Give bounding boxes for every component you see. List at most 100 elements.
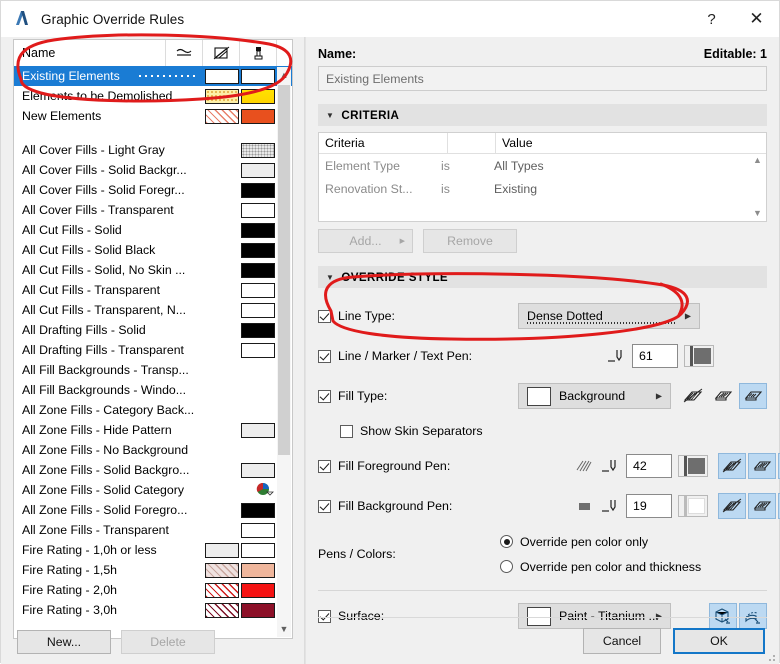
fill-swatch[interactable] (241, 462, 275, 478)
fill-swatch[interactable] (241, 162, 275, 178)
surface-swatch[interactable] (241, 562, 275, 578)
cut-fill-icon[interactable] (718, 493, 746, 519)
help-button[interactable]: ? (689, 1, 734, 37)
list-item[interactable]: All Cut Fills - Solid, No Skin ... (14, 260, 292, 280)
fill-bg-pen-color-swatch[interactable] (678, 495, 708, 517)
scroll-down-icon[interactable]: ▼ (751, 208, 764, 218)
list-item[interactable]: All Cover Fills - Light Gray (14, 140, 292, 160)
surface-shell-icon[interactable] (739, 603, 767, 629)
surface-3d-icon[interactable] (709, 603, 737, 629)
list-item-existing-elements[interactable]: Existing Elements (14, 66, 292, 86)
list-item[interactable]: All Cut Fills - Transparent, N... (14, 300, 292, 320)
override-style-section-header[interactable]: ▼ OVERRIDE STYLE (318, 266, 767, 288)
list-item[interactable]: All Zone Fills - No Background (14, 440, 292, 460)
list-item[interactable]: All Zone Fills - Solid Foregro... (14, 500, 292, 520)
surface-swatch[interactable] (241, 88, 275, 104)
list-item[interactable]: All Cover Fills - Solid Foregr... (14, 180, 292, 200)
radio-color-thickness[interactable]: Override pen color and thickness (500, 560, 701, 574)
fill-swatch[interactable] (205, 68, 239, 84)
fill-swatch[interactable] (241, 502, 275, 518)
fill-swatch[interactable] (205, 562, 239, 578)
ok-button[interactable]: OK (673, 628, 765, 654)
drafting-fill-icon[interactable] (739, 383, 767, 409)
fill-swatch[interactable] (205, 88, 239, 104)
new-button[interactable]: New... (17, 630, 111, 654)
fill-swatch[interactable] (241, 422, 275, 438)
line-pen-control[interactable]: Line / Marker / Text Pen: (318, 349, 518, 363)
rules-list-scrollbar[interactable]: ▲ ▼ (277, 67, 291, 637)
scroll-up-icon[interactable]: ▲ (277, 67, 291, 83)
list-item[interactable]: All Cut Fills - Solid Black (14, 240, 292, 260)
list-item[interactable]: All Cover Fills - Solid Backgr... (14, 160, 292, 180)
fill-swatch[interactable] (205, 108, 239, 124)
remove-criteria-button[interactable]: Remove (423, 229, 517, 253)
cancel-button[interactable]: Cancel (583, 628, 661, 654)
list-item[interactable]: All Cut Fills - Solid (14, 220, 292, 240)
chevron-right-icon[interactable]: ▶ (656, 612, 662, 621)
list-item[interactable]: All Drafting Fills - Transparent (14, 340, 292, 360)
cover-fill-icon[interactable] (748, 453, 776, 479)
fill-override-icon[interactable] (203, 40, 240, 66)
scroll-thumb[interactable] (278, 85, 290, 455)
surface-swatch[interactable] (241, 108, 275, 124)
list-item[interactable]: All Zone Fills - Hide Pattern (14, 420, 292, 440)
surface-checkbox[interactable] (318, 609, 331, 623)
name-input[interactable]: Existing Elements (318, 66, 767, 91)
fill-fg-pen-number[interactable]: 42 (626, 454, 672, 478)
list-item[interactable]: Fire Rating - 3,0h (14, 600, 292, 620)
delete-button[interactable]: Delete (121, 630, 215, 654)
table-row[interactable]: Element Type is All Types (319, 154, 766, 177)
fill-bg-pen-checkbox[interactable] (318, 499, 331, 513)
fill-swatch[interactable] (205, 542, 239, 558)
list-item[interactable]: All Drafting Fills - Solid (14, 320, 292, 340)
fill-bg-pen-number[interactable]: 19 (626, 494, 672, 518)
line-type-combo[interactable]: Dense Dotted ▶ (518, 303, 700, 329)
surface-swatch[interactable] (241, 602, 275, 618)
resize-grip-icon[interactable] (765, 651, 775, 661)
add-criteria-button[interactable]: Add... ▶ (318, 229, 413, 253)
fill-swatch[interactable] (241, 322, 275, 338)
list-item[interactable]: All Zone Fills - Transparent (14, 520, 292, 540)
fill-swatch[interactable] (241, 522, 275, 538)
fill-swatch[interactable] (241, 182, 275, 198)
radio-color-only-input[interactable] (500, 535, 513, 548)
close-icon[interactable]: ✕ (734, 1, 779, 37)
chevron-down-icon[interactable]: ▼ (326, 273, 334, 282)
list-item[interactable]: Fire Rating - 2,0h (14, 580, 292, 600)
fill-swatch[interactable] (241, 222, 275, 238)
fill-type-combo[interactable]: Background ▶ (518, 383, 671, 409)
fill-swatch[interactable] (241, 142, 275, 158)
radio-color-thickness-input[interactable] (500, 560, 513, 573)
criteria-section-header[interactable]: ▼ CRITERIA (318, 104, 767, 126)
fill-swatch[interactable] (241, 302, 275, 318)
criteria-scrollbar[interactable]: ▲ ▼ (751, 155, 764, 218)
chevron-right-icon[interactable]: ▶ (656, 392, 662, 401)
list-item[interactable]: All Fill Backgrounds - Transp... (14, 360, 292, 380)
table-row[interactable]: Renovation St... is Existing (319, 177, 766, 200)
radio-color-only[interactable]: Override pen color only (500, 535, 701, 549)
surface-override-icon[interactable] (240, 40, 277, 66)
skin-separators-checkbox[interactable] (340, 424, 353, 438)
chevron-down-icon[interactable]: ▼ (326, 111, 334, 120)
fill-type-control[interactable]: Fill Type: (318, 389, 518, 403)
cover-fill-icon[interactable] (748, 493, 776, 519)
surface-combo[interactable]: Paint - Titanium ... ▶ (518, 603, 671, 629)
chevron-right-icon[interactable]: ▶ (685, 312, 691, 321)
fill-swatch[interactable] (205, 602, 239, 618)
line-pen-number[interactable]: 61 (632, 344, 678, 368)
cut-fill-icon[interactable] (679, 383, 707, 409)
fill-fg-pen-checkbox[interactable] (318, 459, 331, 473)
list-item[interactable]: All Cut Fills - Transparent (14, 280, 292, 300)
line-type-icon[interactable] (166, 40, 203, 66)
surface-swatch[interactable] (241, 542, 275, 558)
line-type-control[interactable]: Line Type: (318, 309, 518, 323)
fill-fg-pen-control[interactable]: Fill Foreground Pen: (318, 459, 518, 473)
fill-swatch[interactable] (205, 582, 239, 598)
list-item[interactable]: All Fill Backgrounds - Windo... (14, 380, 292, 400)
line-pen-checkbox[interactable] (318, 349, 331, 363)
fill-swatch[interactable] (241, 202, 275, 218)
scroll-up-icon[interactable]: ▲ (751, 155, 764, 165)
list-item[interactable]: All Zone Fills - Solid Category (14, 480, 292, 500)
line-type-checkbox[interactable] (318, 309, 331, 323)
list-item[interactable]: Fire Rating - 1,5h (14, 560, 292, 580)
